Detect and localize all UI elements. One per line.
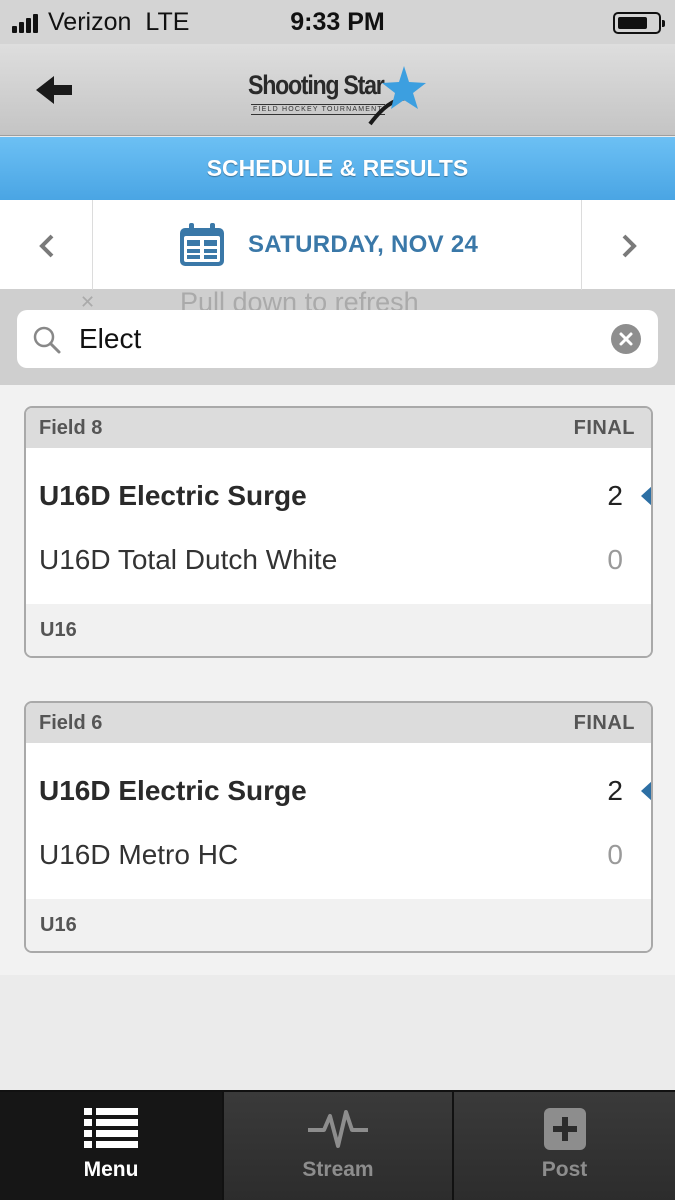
back-button[interactable]: [34, 72, 82, 108]
results-list: Field 8 FINAL U16D Electric Surge 2 U16D…: [0, 385, 675, 975]
battery-icon: [613, 12, 665, 34]
division-label: U16: [40, 914, 77, 936]
plus-icon: [543, 1108, 586, 1150]
team-score: 2: [607, 480, 623, 511]
arrow-left-icon: [36, 76, 72, 104]
tab-label: Post: [541, 1158, 588, 1181]
calendar-icon: [180, 223, 224, 266]
pull-to-refresh: ✕ Pull down to refresh: [0, 290, 675, 385]
previous-day-button[interactable]: [0, 200, 93, 290]
tournament-logo: Shooting Star FIELD HOCKEY TOURNAMENT: [248, 62, 428, 128]
winner-marker-icon: [641, 485, 651, 507]
game-card[interactable]: Field 6 FINAL U16D Electric Surge 2 U16D…: [24, 701, 653, 953]
team-name: U16D Electric Surge: [39, 480, 307, 511]
tab-label: Stream: [302, 1158, 374, 1181]
close-icon: [619, 332, 633, 346]
section-header: SCHEDULE & RESULTS: [0, 137, 675, 200]
tab-label: Menu: [83, 1158, 139, 1181]
date-navigator: SATURDAY, NOV 24: [0, 200, 675, 290]
star-icon: [368, 66, 426, 126]
team-name: U16D Metro HC: [39, 839, 239, 870]
team-score: 0: [607, 839, 623, 870]
field-label: Field 6: [39, 712, 103, 734]
logo-subtitle: FIELD HOCKEY TOURNAMENT: [251, 104, 385, 115]
section-title: SCHEDULE & RESULTS: [206, 155, 469, 181]
clear-search-button[interactable]: [611, 324, 641, 354]
field-label: Field 8: [39, 417, 103, 439]
game-status: FINAL: [573, 417, 635, 439]
date-label[interactable]: SATURDAY, NOV 24: [248, 200, 478, 290]
game-status: FINAL: [573, 712, 635, 734]
game-card-footer: U16: [26, 899, 651, 951]
game-card-header: Field 8 FINAL: [26, 408, 651, 448]
game-card-footer: U16: [26, 604, 651, 656]
app-header: Shooting Star FIELD HOCKEY TOURNAMENT: [0, 44, 675, 136]
tab-post[interactable]: Post: [452, 1092, 675, 1200]
game-card[interactable]: Field 8 FINAL U16D Electric Surge 2 U16D…: [24, 406, 653, 658]
search-bar[interactable]: [17, 310, 658, 368]
search-icon: [33, 326, 61, 354]
tab-menu[interactable]: Menu: [0, 1092, 222, 1200]
pulse-icon: [308, 1110, 368, 1148]
tab-stream[interactable]: Stream: [222, 1092, 452, 1200]
winner-marker-icon: [641, 780, 651, 802]
team-name: U16D Electric Surge: [39, 775, 307, 806]
team-name: U16D Total Dutch White: [39, 544, 338, 575]
division-label: U16: [40, 619, 77, 641]
status-bar: Verizon LTE 9:33 PM: [0, 0, 675, 44]
tab-bar: Menu Stream Post: [0, 1090, 675, 1200]
status-time: 9:33 PM: [290, 8, 385, 36]
game-card-header: Field 6 FINAL: [26, 703, 651, 743]
team-score: 0: [607, 544, 623, 575]
chevron-right-icon: [622, 234, 637, 258]
list-icon: [84, 1108, 138, 1148]
team-score: 2: [607, 775, 623, 806]
chevron-left-icon: [39, 234, 54, 258]
search-input[interactable]: [79, 318, 599, 360]
logo-title: Shooting Star: [248, 70, 385, 100]
next-day-button[interactable]: [581, 200, 675, 290]
